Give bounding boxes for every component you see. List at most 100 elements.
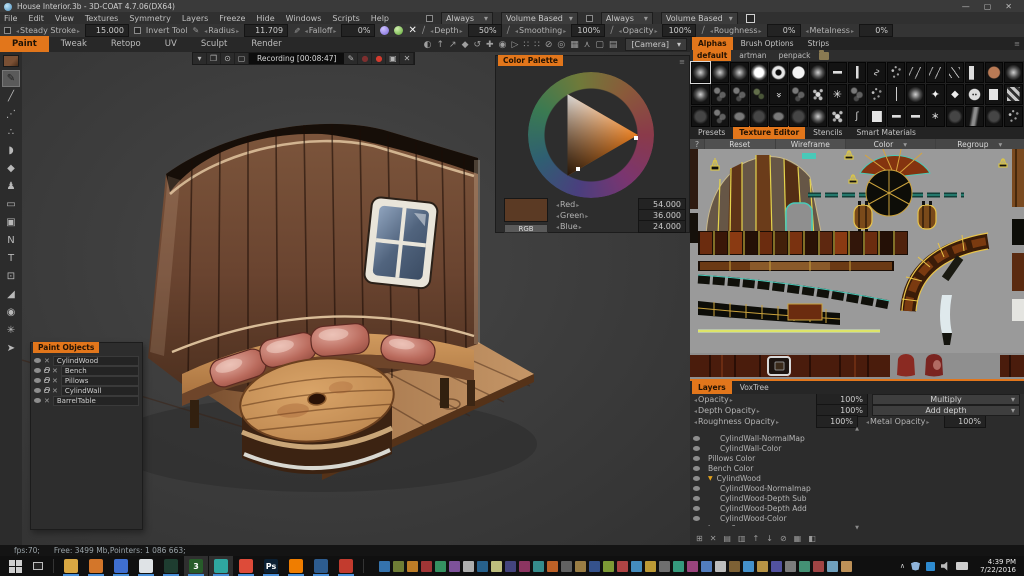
tab-render[interactable]: Render — [239, 36, 293, 52]
paint-object-cylindwood[interactable]: ✕CylindWood — [34, 356, 139, 365]
layer-cylindwood-depth-sub[interactable]: CylindWood-Depth Sub — [693, 493, 1021, 503]
layer-cylindwall-color[interactable]: CylindWall-Color — [693, 443, 1021, 453]
menu-checkbox-0[interactable] — [426, 15, 433, 22]
visibility-eye-icon[interactable] — [34, 368, 41, 373]
brush-tool[interactable]: ✎ — [2, 70, 20, 87]
layer-visibility-icon[interactable] — [693, 436, 700, 441]
panel-menu-icon[interactable]: ≡ — [679, 58, 685, 66]
alpha-faint[interactable] — [985, 106, 1004, 127]
spray-tool[interactable]: ∴ — [2, 124, 20, 141]
exclude-icon[interactable]: ✕ — [52, 367, 58, 375]
always-dropdown-1[interactable]: Always▾ — [601, 12, 653, 25]
alpha-streak[interactable] — [965, 106, 984, 127]
stamp-tool[interactable]: ♟ — [2, 178, 20, 195]
taskbar-mini-icon-30[interactable] — [799, 561, 810, 572]
curve-tool[interactable]: N — [2, 232, 20, 249]
eye-tool[interactable]: ◉ — [2, 304, 20, 321]
lasso-tool[interactable]: ▭ — [2, 196, 20, 213]
taskbar-mini-icon-10[interactable] — [519, 561, 530, 572]
alpha-skin[interactable] — [985, 62, 1004, 83]
folder-icon[interactable]: ▤ — [723, 534, 731, 543]
alpha-star[interactable] — [926, 84, 945, 105]
texture-editor-canvas[interactable] — [690, 149, 1024, 353]
tab-tweak[interactable]: Tweak — [49, 36, 99, 52]
taskbar-mini-icon-15[interactable] — [589, 561, 600, 572]
channel-blue-value[interactable]: 24.000 — [638, 220, 686, 233]
taskbar-mini-icon-12[interactable] — [547, 561, 558, 572]
taskbar-3d-app[interactable]: 3 — [184, 556, 208, 576]
taskbar-mini-icon-17[interactable] — [617, 561, 628, 572]
security-tray-icon[interactable] — [911, 562, 920, 571]
alpha-dash[interactable] — [887, 106, 906, 127]
pressure-smoothing-icon[interactable] — [507, 25, 510, 36]
layer-pillows-color[interactable]: Pillows Color — [693, 453, 1021, 463]
alpha-soft[interactable] — [906, 84, 925, 105]
ring-icon[interactable]: ◎ — [557, 40, 565, 50]
alpha-ring[interactable] — [769, 62, 788, 83]
taskbar-mini-icon-26[interactable] — [743, 561, 754, 572]
keyboard-tray-icon[interactable] — [956, 562, 968, 570]
falloff-value[interactable]: 0% — [341, 24, 375, 37]
taskbar-mini-icon-24[interactable] — [715, 561, 726, 572]
layer-visibility-icon[interactable] — [693, 496, 700, 501]
taskbar-mini-icon-6[interactable] — [463, 561, 474, 572]
texture-thumbnails[interactable] — [690, 353, 1024, 379]
scale-icon[interactable]: ↗ — [449, 40, 457, 50]
alpha-blob[interactable] — [730, 106, 749, 127]
grid-icon[interactable]: ▦ — [570, 40, 579, 50]
alpha-soft[interactable] — [711, 62, 730, 83]
start-button[interactable] — [4, 557, 26, 575]
record-dim-icon[interactable]: ● — [358, 53, 372, 64]
visibility-eye-icon[interactable] — [34, 398, 41, 403]
layer-visibility-icon[interactable] — [693, 456, 700, 461]
paint-object-barreltable[interactable]: ✕BarrelTable — [34, 396, 139, 405]
volume-tray-icon[interactable] — [941, 562, 950, 571]
roughness-label[interactable]: Roughness — [710, 26, 762, 35]
radius-label[interactable]: Radius — [204, 26, 239, 35]
alpha-faint[interactable] — [946, 106, 965, 127]
taskbar-mini-icon-28[interactable] — [771, 561, 782, 572]
alpha-soft[interactable] — [691, 84, 710, 105]
alpha-bright[interactable] — [750, 62, 769, 83]
pencil-tool[interactable]: ╱ — [2, 88, 20, 105]
frame-view-icon[interactable]: ▢ — [235, 53, 249, 64]
menu-textures[interactable]: Textures — [85, 14, 118, 23]
tray-expand-icon[interactable]: ∧ — [900, 562, 905, 570]
layer-visibility-icon[interactable] — [693, 476, 700, 481]
taskbar-photoshop[interactable]: Ps — [259, 556, 283, 576]
alpha-specks[interactable] — [867, 84, 886, 105]
clear-icon[interactable]: ✕ — [408, 25, 416, 36]
alpha-folder-penpack[interactable]: penpack — [775, 50, 815, 61]
alpha-faint[interactable] — [691, 106, 710, 127]
tab-voxtree[interactable]: VoxTree — [734, 381, 775, 394]
pose-icon[interactable]: ⋏ — [584, 40, 591, 50]
alpha-faint[interactable] — [789, 106, 808, 127]
pressure-depth-icon[interactable] — [422, 25, 425, 36]
taskbar-dark-green-app[interactable] — [159, 556, 183, 576]
lock-icon[interactable] — [44, 389, 49, 393]
alpha-leaf[interactable] — [926, 106, 945, 127]
channel-red-label[interactable]: Red — [556, 200, 638, 209]
alpha-button[interactable] — [965, 84, 984, 105]
alpha-folder-artman[interactable]: artman — [735, 50, 770, 61]
alpha-scratch[interactable] — [926, 62, 945, 83]
taskbar-mini-icon-33[interactable] — [841, 561, 852, 572]
duplicate-layer-icon[interactable]: ▥ — [738, 534, 746, 543]
menu-file[interactable]: File — [4, 14, 17, 23]
alpha-diamond[interactable] — [946, 84, 965, 105]
volume-based-dropdown-1[interactable]: Volume Based▾ — [661, 12, 738, 25]
sv-triangle[interactable] — [528, 72, 654, 198]
alpha-scratch[interactable] — [906, 62, 925, 83]
alpha-vline[interactable] — [887, 84, 906, 105]
tab-strips[interactable]: Strips — [802, 37, 836, 50]
play-icon[interactable]: ▷ — [511, 40, 518, 50]
alpha-vbar[interactable] — [848, 62, 867, 83]
always-dropdown-0[interactable]: Always▾ — [441, 12, 493, 25]
depth-label[interactable]: Depth — [430, 26, 462, 35]
tab-paint[interactable]: Paint — [0, 36, 49, 52]
paint-objects-title[interactable]: Paint Objects — [33, 342, 99, 353]
alpha-moss[interactable] — [750, 84, 769, 105]
close-button[interactable]: ✕ — [1005, 2, 1012, 11]
volume-based-dropdown-0[interactable]: Volume Based▾ — [501, 12, 578, 25]
taskbar-mini-icon-9[interactable] — [505, 561, 516, 572]
